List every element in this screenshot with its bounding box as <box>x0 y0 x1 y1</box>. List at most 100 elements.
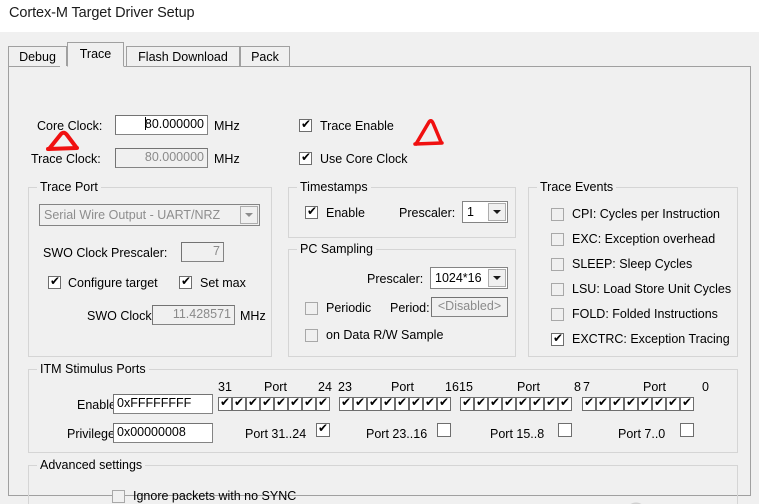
itm-range1-group-checkbox[interactable] <box>437 423 451 437</box>
dialog-body: Debug Trace Flash Download Pack Core Clo… <box>0 32 759 504</box>
itm-bit-0[interactable]: ✔ <box>680 395 694 411</box>
itm-bit-24[interactable]: ✔ <box>316 395 330 411</box>
trace-port-group-title: Trace Port <box>37 180 101 194</box>
itm-range2-hi: 15 <box>459 380 473 394</box>
trace-event-fold-checkbox[interactable] <box>551 308 564 321</box>
itm-privilege-label: Privilege: <box>67 427 119 441</box>
trace-event-lsu-checkbox[interactable] <box>551 283 564 296</box>
trace-port-select[interactable]: Serial Wire Output - UART/NRZ <box>39 204 260 226</box>
itm-range3-port-word: Port <box>643 380 666 394</box>
trace-event-sleep-checkbox[interactable] <box>551 258 564 271</box>
itm-bit-26[interactable]: ✔ <box>288 395 302 411</box>
check-mark: ✔ <box>181 274 192 288</box>
trace-port-selected-value: Serial Wire Output - UART/NRZ <box>44 208 221 222</box>
itm-bit-3[interactable]: ✔ <box>638 395 652 411</box>
trace-event-exc-checkbox[interactable] <box>551 233 564 246</box>
itm-bit-30[interactable]: ✔ <box>232 395 246 411</box>
trace-clock-unit: MHz <box>214 152 240 166</box>
itm-bit-13[interactable]: ✔ <box>488 395 502 411</box>
timestamps-enable-checkbox[interactable]: ✔ <box>305 204 318 219</box>
itm-bit-18[interactable]: ✔ <box>409 395 423 411</box>
check-mark: ✔ <box>553 331 564 345</box>
trace-enable-checkbox[interactable]: ✔ <box>299 118 312 132</box>
check-mark: ✔ <box>50 274 61 288</box>
chevron-down-icon[interactable] <box>488 203 506 221</box>
pc-sampling-periodic-label: Periodic <box>326 301 372 315</box>
itm-bit-11[interactable]: ✔ <box>516 395 530 411</box>
pc-sampling-periodic-checkbox[interactable] <box>305 302 318 315</box>
itm-bit-28[interactable]: ✔ <box>260 395 274 411</box>
pc-sampling-group: PC Sampling Prescaler: 1024*16 Periodic … <box>288 242 516 357</box>
itm-bit-25[interactable]: ✔ <box>302 395 316 411</box>
itm-bit-21[interactable]: ✔ <box>367 395 381 411</box>
itm-bit-27[interactable]: ✔ <box>274 395 288 411</box>
configure-target-checkbox[interactable]: ✔ <box>48 274 61 289</box>
itm-bit-5[interactable]: ✔ <box>610 395 624 411</box>
itm-bit-7[interactable]: ✔ <box>582 395 596 411</box>
trace-event-exctrc-checkbox[interactable]: ✔ <box>551 331 564 346</box>
core-clock-input[interactable]: 80.000000 <box>115 115 208 135</box>
trace-clock-input: 80.000000 <box>115 148 208 168</box>
itm-range2-group-label: Port 15..8 <box>490 427 545 441</box>
trace-event-lsu-label: LSU: Load Store Unit Cycles <box>572 282 732 296</box>
itm-bit-17[interactable]: ✔ <box>423 395 437 411</box>
trace-event-cpi-checkbox[interactable] <box>551 208 564 221</box>
chevron-down-icon[interactable] <box>488 269 506 287</box>
trace-event-exctrc-label: EXCTRC: Exception Tracing <box>572 332 730 346</box>
itm-bit-16[interactable]: ✔ <box>437 395 451 411</box>
itm-privilege-input[interactable]: 0x00000008 <box>113 423 213 443</box>
tab-panel-trace: Core Clock: 80.000000 MHz Trace Clock: 8… <box>8 66 751 504</box>
itm-bit-6[interactable]: ✔ <box>596 395 610 411</box>
tab-debug[interactable]: Debug <box>8 46 67 67</box>
itm-bit-23[interactable]: ✔ <box>339 395 353 411</box>
check-mark: ✔ <box>301 150 312 164</box>
itm-group-title: ITM Stimulus Ports <box>37 362 149 376</box>
itm-bit-31[interactable]: ✔ <box>218 395 232 411</box>
pc-sampling-data-rw-checkbox[interactable] <box>305 329 318 342</box>
itm-bit-29[interactable]: ✔ <box>246 395 260 411</box>
tab-strip: Debug Trace Flash Download Pack <box>8 42 751 67</box>
itm-bit-15[interactable]: ✔ <box>460 395 474 411</box>
cortex-m-target-driver-setup-window: Cortex-M Target Driver Setup Debug Trace… <box>0 0 759 504</box>
itm-bit-19[interactable]: ✔ <box>395 395 409 411</box>
trace-event-sleep-label: SLEEP: Sleep Cycles <box>572 257 693 271</box>
tab-flash-download[interactable]: Flash Download <box>126 46 240 67</box>
itm-bit-10[interactable]: ✔ <box>530 395 544 411</box>
itm-range0-group-checkbox[interactable]: ✔ <box>316 421 330 437</box>
swo-clock-label: SWO Clock: <box>87 309 156 323</box>
itm-bit-1[interactable]: ✔ <box>666 395 680 411</box>
itm-range3-group-label: Port 7..0 <box>618 427 666 441</box>
itm-bit-4[interactable]: ✔ <box>624 395 638 411</box>
itm-bit-12[interactable]: ✔ <box>502 395 516 411</box>
itm-enable-input[interactable]: 0xFFFFFFFF <box>113 394 213 414</box>
itm-range2-group-checkbox[interactable] <box>558 423 572 437</box>
tab-pack[interactable]: Pack <box>240 46 290 67</box>
chevron-down-icon[interactable] <box>240 206 258 224</box>
itm-range2-port-word: Port <box>517 380 540 394</box>
itm-range3-group-checkbox[interactable] <box>680 423 694 437</box>
trace-events-group: Trace Events CPI: Cycles per Instruction… <box>528 180 738 357</box>
pc-sampling-prescaler-select[interactable]: 1024*16 <box>430 267 508 289</box>
set-max-label: Set max <box>200 276 246 290</box>
itm-range3-lo: 0 <box>702 380 709 394</box>
itm-bit-9[interactable]: ✔ <box>544 395 558 411</box>
ignore-packets-no-sync-checkbox[interactable] <box>112 490 125 503</box>
itm-range3-hi: 7 <box>583 380 590 394</box>
tab-trace[interactable]: Trace <box>67 42 124 67</box>
itm-bit-8[interactable]: ✔ <box>558 395 572 411</box>
pc-sampling-group-title: PC Sampling <box>297 242 376 256</box>
use-core-clock-checkbox[interactable]: ✔ <box>299 150 312 165</box>
pc-sampling-prescaler-value: 1024*16 <box>435 271 482 285</box>
trace-events-group-title: Trace Events <box>537 180 617 194</box>
check-mark: ✔ <box>307 204 318 218</box>
itm-range2-lo: 8 <box>574 380 581 394</box>
itm-bit-2[interactable]: ✔ <box>652 395 666 411</box>
itm-bit-22[interactable]: ✔ <box>353 395 367 411</box>
timestamps-prescaler-select[interactable]: 1 <box>462 201 508 223</box>
itm-bit-14[interactable]: ✔ <box>474 395 488 411</box>
pc-sampling-prescaler-label: Prescaler: <box>367 272 424 286</box>
timestamps-prescaler-label: Prescaler: <box>399 206 456 220</box>
set-max-checkbox[interactable]: ✔ <box>179 274 192 289</box>
trace-clock-label: Trace Clock: <box>31 152 101 166</box>
itm-bit-20[interactable]: ✔ <box>381 395 395 411</box>
